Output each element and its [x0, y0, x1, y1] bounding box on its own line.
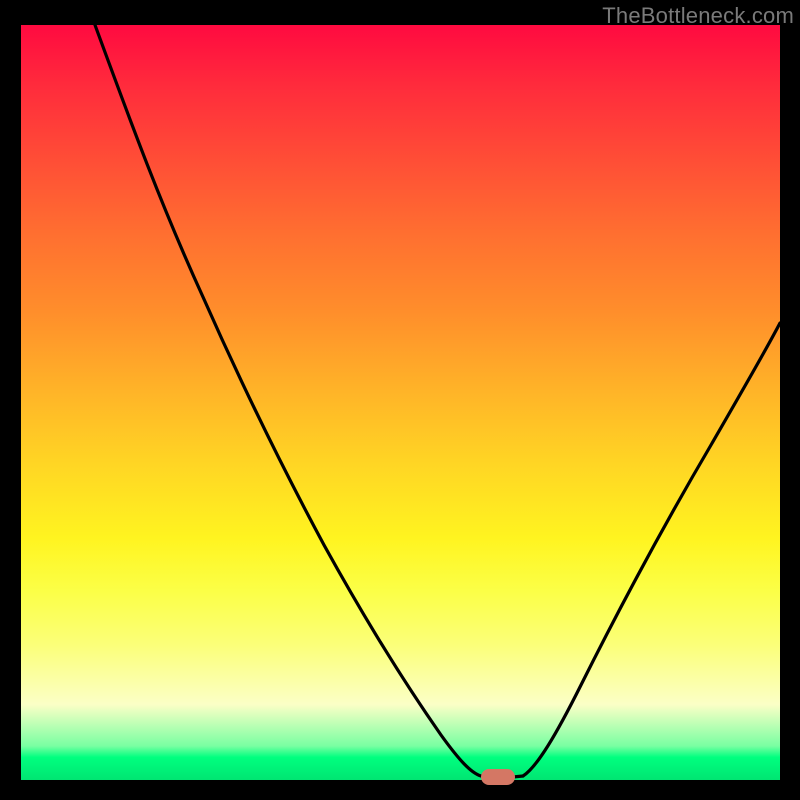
- bottleneck-curve: [21, 25, 780, 780]
- watermark-text: TheBottleneck.com: [602, 3, 794, 29]
- optimal-marker: [481, 769, 515, 785]
- chart-frame: TheBottleneck.com: [0, 0, 800, 800]
- plot-area: [21, 25, 780, 780]
- curve-right-branch: [523, 323, 780, 776]
- curve-left-branch: [95, 25, 481, 776]
